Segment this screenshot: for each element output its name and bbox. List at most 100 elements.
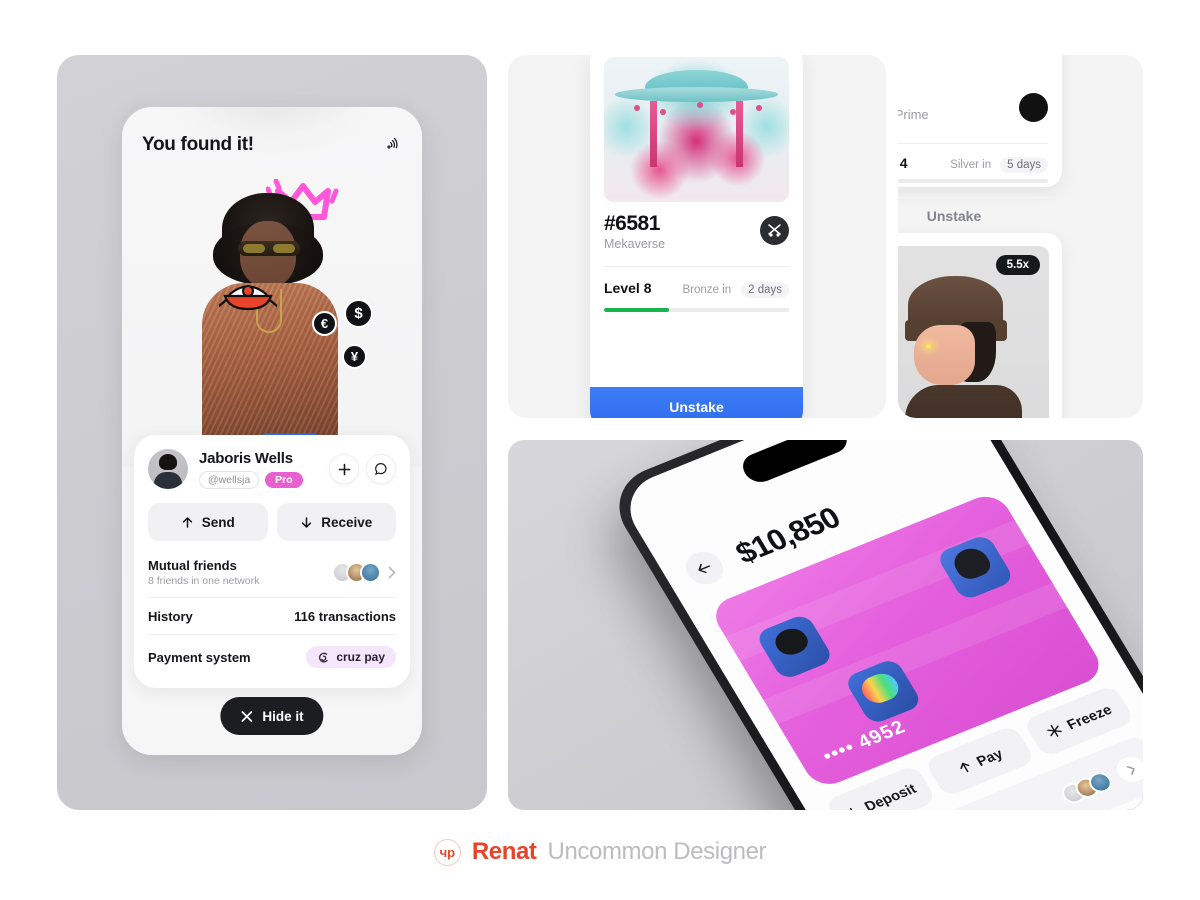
send-button[interactable]: Send: [148, 503, 268, 541]
chevron-right-icon: [388, 566, 396, 579]
deposit-label: Deposit: [861, 780, 919, 810]
avatar: [148, 449, 188, 489]
nft-collection: Mekaverse: [604, 237, 666, 251]
status-badge: Pro: [265, 471, 303, 488]
history-right: 116 transactions: [294, 609, 396, 624]
mekaverse-carousel-artwork: [604, 57, 789, 202]
level-row: Level 8 Bronze in 2 days: [604, 280, 789, 298]
mid-showcase-panel: #6581 Mekaverse Level 8 Bronze in 2 days: [508, 55, 886, 418]
left-showcase-panel: You found it! € $ ¥ Jaboris Wells @wells…: [57, 55, 487, 810]
profile-handle: @wellsja: [199, 470, 260, 489]
coin-sticker-usd: $: [344, 299, 373, 328]
mutual-friends-row[interactable]: Mutual friends 8 friends in one network: [148, 547, 396, 597]
level-progress-fill: [604, 308, 669, 312]
cruz-pay-label: cruz pay: [336, 650, 385, 664]
next-tier-label: Bronze in: [682, 284, 732, 296]
freeze-label: Freeze: [1063, 701, 1115, 733]
nft-details: #6581 Mekaverse Level 8 Bronze in 2 days: [604, 212, 789, 312]
glowing-eye-shape: [923, 343, 933, 350]
divider: [898, 143, 1048, 144]
dynamic-island: [737, 440, 853, 487]
cruz-swirl-icon: [319, 652, 329, 663]
friend-avatars: [332, 562, 381, 583]
iphone-screen: $10,850 •••• 4952 Deposit Pay Freeze: [614, 440, 1143, 810]
brand-tagline: Uncommon Designer: [547, 838, 767, 865]
hero-section: You found it! € $ ¥: [122, 107, 422, 497]
profile-actions: [329, 454, 396, 484]
arrow-up-icon: [959, 762, 969, 772]
receive-label: Receive: [321, 514, 373, 530]
face-shape: [914, 324, 975, 385]
hero-header: You found it!: [122, 134, 422, 156]
hape-stake-card: Hape Prime Level 4 Silver in 5 days Unst…: [898, 55, 1062, 224]
artwork-bead: [659, 109, 666, 116]
list-item-right: [1056, 752, 1143, 808]
artwork-bead: [755, 104, 762, 111]
iphone-device: $10,850 •••• 4952 Deposit Pay Freeze: [601, 440, 1143, 810]
hape-progress-bar: [898, 179, 1048, 183]
hape-level-label: Level 4: [898, 155, 908, 171]
mekaverse-logo-icon: [760, 216, 789, 245]
footer-branding: чр Renat Uncommon Designer: [0, 838, 1200, 866]
artwork-brim: [615, 87, 778, 102]
hero-photo: € $ ¥: [194, 167, 373, 497]
hape-next-days: 5 days: [1000, 157, 1048, 173]
unstake-label: Unstake: [669, 399, 724, 415]
profile-name: Jaboris Wells: [199, 449, 293, 467]
history-label: History: [148, 609, 193, 624]
screenshot-stage: You found it! € $ ¥ Jaboris Wells @wells…: [0, 0, 1200, 900]
hape-next-tier: Silver in: [950, 159, 992, 171]
send-label: Send: [201, 514, 235, 530]
mutual-friends-right: [332, 562, 396, 583]
mutual-friends-sub: 8 friends in one network: [148, 575, 260, 587]
cruz-pay-badge: cruz pay: [306, 646, 396, 668]
noodle-bowl-sticker: [217, 275, 279, 317]
renat-logo-icon: чр: [433, 838, 461, 866]
artwork-bead: [633, 104, 640, 111]
torso-shape: [904, 384, 1023, 418]
add-friend-button[interactable]: [329, 454, 359, 484]
level-progress-bar: [604, 308, 789, 312]
sunglasses-shape: [238, 241, 300, 256]
hide-it-button[interactable]: Hide it: [220, 697, 324, 735]
hape-unstake-label: Unstake: [926, 207, 982, 224]
avatar: [360, 562, 381, 583]
divider: [604, 266, 789, 267]
coin-sticker-jpy: ¥: [342, 344, 367, 369]
back-button[interactable]: [679, 546, 730, 590]
hape-avatar: [1019, 93, 1048, 122]
next-tier-days: 2 days: [741, 282, 789, 298]
payment-system-row[interactable]: Payment system cruz pay: [148, 634, 396, 678]
profile-identity: Jaboris Wells @wellsja Pro: [199, 450, 303, 489]
profile-card: Jaboris Wells @wellsja Pro Send Receive …: [134, 435, 410, 688]
snowflake-icon: [1047, 724, 1062, 737]
multiplier-badge: 5.5x: [995, 255, 1040, 275]
chevron-right-icon[interactable]: [1111, 752, 1143, 786]
level-meta: Bronze in 2 days: [683, 282, 789, 298]
plus-icon: [847, 807, 858, 810]
page-title: You found it!: [142, 134, 254, 155]
nfc-signal-icon: [386, 135, 402, 156]
history-row[interactable]: History 116 transactions: [148, 597, 396, 634]
unstake-button[interactable]: Unstake: [590, 387, 803, 418]
artwork-pillar-left: [650, 100, 658, 168]
logo-glyph: чр: [439, 844, 456, 860]
brand-name: Renat: [471, 838, 537, 865]
arrow-up-icon: [182, 516, 192, 528]
arrow-down-icon: [302, 516, 312, 528]
anime-nft-card: 5.5x: [898, 233, 1062, 418]
phone-mockup-panel: $10,850 •••• 4952 Deposit Pay Freeze: [508, 440, 1143, 810]
family-avatars: [1057, 768, 1116, 807]
chat-bubble-button[interactable]: [366, 454, 396, 484]
mutual-friends-label: Mutual friends: [148, 558, 237, 573]
payment-system-right: cruz pay: [306, 646, 396, 668]
hape-collection: Hape Prime: [898, 107, 929, 122]
pay-label: Pay: [973, 745, 1006, 769]
receive-button[interactable]: Receive: [276, 503, 396, 541]
artwork-bead: [729, 109, 736, 116]
nft-stake-card: #6581 Mekaverse Level 8 Bronze in 2 days: [590, 55, 803, 418]
arrow-back-icon: [698, 563, 711, 574]
hape-unstake-button[interactable]: Unstake: [898, 197, 1062, 233]
phone-screen-card: You found it! € $ ¥ Jaboris Wells @wells…: [122, 107, 422, 755]
profile-tags: @wellsja Pro: [199, 470, 303, 489]
